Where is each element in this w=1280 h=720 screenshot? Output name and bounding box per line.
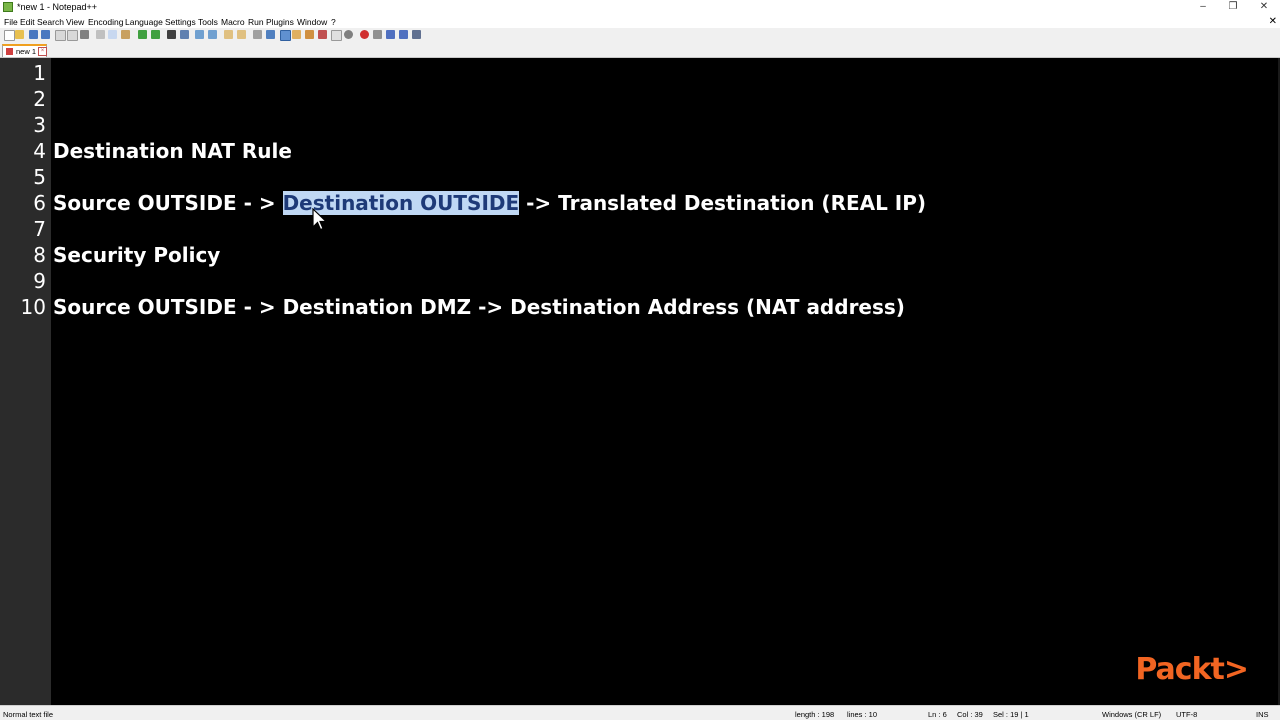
- status-eol: Windows (CR LF): [1102, 710, 1162, 719]
- save-macro-icon[interactable]: [412, 30, 421, 39]
- redo-icon[interactable]: [151, 30, 160, 39]
- code-line-8[interactable]: Security Policy: [53, 242, 220, 268]
- code-line-10[interactable]: Source OUTSIDE - > Destination DMZ -> De…: [53, 294, 905, 320]
- restore-icon[interactable]: ❐: [1226, 1, 1240, 12]
- close-document-icon[interactable]: ✕: [1269, 16, 1277, 27]
- toolbar: [0, 28, 1280, 42]
- status-filetype: Normal text file: [3, 710, 54, 719]
- code-line-4[interactable]: Destination NAT Rule: [53, 138, 292, 164]
- menu-tools[interactable]: Tools: [198, 17, 218, 27]
- record-macro-icon[interactable]: [360, 30, 369, 39]
- window-title: *new 1 - Notepad++: [17, 2, 98, 12]
- document-map-icon[interactable]: [305, 30, 314, 39]
- close-file-icon[interactable]: [55, 30, 66, 41]
- undo-icon[interactable]: [138, 30, 147, 39]
- folder-workspace-icon[interactable]: [331, 30, 342, 41]
- status-col: Col : 39: [957, 710, 983, 719]
- mouse-pointer-icon: [312, 208, 328, 231]
- menu-language[interactable]: Language: [125, 17, 163, 27]
- line-number-gutter: 1 2 3 4 5 6 7 8 9 10: [0, 58, 51, 705]
- menu-search[interactable]: Search: [37, 17, 64, 27]
- line-6-after-selection: -> Translated Destination (REAL IP): [519, 191, 927, 215]
- status-bar: Normal text file length : 198 lines : 10…: [0, 705, 1280, 720]
- menu-run[interactable]: Run: [248, 17, 264, 27]
- paste-icon[interactable]: [121, 30, 130, 39]
- sync-horizontal-icon[interactable]: [237, 30, 246, 39]
- menu-settings[interactable]: Settings: [165, 17, 196, 27]
- line-number: 5: [33, 165, 46, 189]
- print-icon[interactable]: [80, 30, 89, 39]
- menu-bar: File Edit Search View Encoding Language …: [0, 15, 1280, 28]
- menu-plugins[interactable]: Plugins: [266, 17, 294, 27]
- line-number: 2: [33, 87, 46, 111]
- show-all-characters-icon[interactable]: [266, 30, 275, 39]
- line-number: 4: [33, 139, 46, 163]
- zoom-in-icon[interactable]: [195, 30, 204, 39]
- zoom-out-icon[interactable]: [208, 30, 217, 39]
- status-lines: lines : 10: [847, 710, 878, 719]
- tab-bar: new 1 ×: [0, 42, 1280, 58]
- line-number: 7: [33, 217, 46, 241]
- menu-view[interactable]: View: [66, 17, 84, 27]
- title-bar: *new 1 - Notepad++ – ❐ ✕: [0, 0, 1280, 15]
- line-number: 1: [33, 61, 46, 85]
- tab-new-1[interactable]: new 1 ×: [2, 44, 47, 57]
- line-number: 8: [33, 243, 46, 267]
- menu-macro[interactable]: Macro: [221, 17, 245, 27]
- new-file-icon[interactable]: [4, 30, 15, 41]
- status-ln: Ln : 6: [928, 710, 947, 719]
- line-number: 6: [33, 191, 46, 215]
- indent-guide-icon[interactable]: [280, 30, 291, 41]
- cut-icon[interactable]: [96, 30, 105, 39]
- run-macro-multiple-icon[interactable]: [399, 30, 408, 39]
- stop-recording-icon[interactable]: [373, 30, 382, 39]
- status-length: length : 198: [795, 710, 835, 719]
- open-file-icon[interactable]: [15, 30, 24, 39]
- status-insert-mode: INS: [1256, 710, 1269, 719]
- monitoring-icon[interactable]: [344, 30, 353, 39]
- packt-logo: Packt>: [1135, 652, 1249, 687]
- save-all-icon[interactable]: [41, 30, 50, 39]
- status-encoding: UTF-8: [1176, 710, 1198, 719]
- sync-vertical-icon[interactable]: [224, 30, 233, 39]
- playback-macro-icon[interactable]: [386, 30, 395, 39]
- save-icon[interactable]: [29, 30, 38, 39]
- replace-icon[interactable]: [180, 30, 189, 39]
- editor-area[interactable]: 1 2 3 4 5 6 7 8 9 10 Destination NAT Rul…: [0, 58, 1280, 705]
- close-all-icon[interactable]: [67, 30, 78, 41]
- tab-label: new 1: [16, 47, 37, 56]
- minimize-icon[interactable]: –: [1196, 1, 1210, 12]
- status-sel: Sel : 19 | 1: [993, 710, 1029, 719]
- line-number: 9: [33, 269, 46, 293]
- tab-close-icon[interactable]: ×: [38, 47, 47, 56]
- menu-window[interactable]: Window: [297, 17, 327, 27]
- find-icon[interactable]: [167, 30, 176, 39]
- menu-help[interactable]: ?: [331, 17, 336, 27]
- menu-encoding[interactable]: Encoding: [88, 17, 123, 27]
- line-number: 3: [33, 113, 46, 137]
- code-line-6[interactable]: Source OUTSIDE - > Destination OUTSIDE -…: [53, 190, 926, 216]
- language-define-icon[interactable]: [292, 30, 301, 39]
- word-wrap-icon[interactable]: [253, 30, 262, 39]
- close-icon[interactable]: ✕: [1257, 1, 1271, 12]
- menu-edit[interactable]: Edit: [20, 17, 35, 27]
- function-list-icon[interactable]: [318, 30, 327, 39]
- notepadpp-app-icon: [3, 2, 13, 12]
- menu-file[interactable]: File: [4, 17, 18, 27]
- line-number: 10: [20, 295, 46, 319]
- line-6-before-selection: Source OUTSIDE - >: [53, 191, 283, 215]
- copy-icon[interactable]: [108, 30, 117, 39]
- unsaved-file-icon: [6, 48, 13, 55]
